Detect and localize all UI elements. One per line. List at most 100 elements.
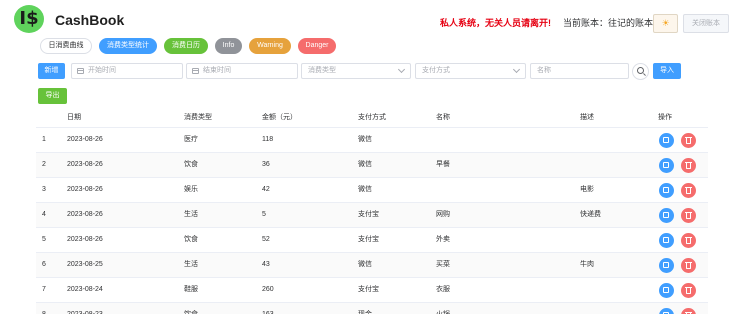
cell-type: 生活 [184, 211, 198, 218]
cell-name: 衣服 [436, 286, 450, 293]
edit-icon [663, 212, 669, 218]
edit-button[interactable] [659, 158, 674, 173]
info-button[interactable]: Info [215, 38, 242, 54]
trash-icon [686, 288, 691, 294]
column-name: 名称 [436, 114, 450, 121]
cell-payment: 支付宝 [358, 286, 379, 293]
row-index: 4 [42, 211, 46, 218]
type-select[interactable]: 消费类型 [301, 63, 411, 79]
sun-icon: ☀ [661, 18, 670, 28]
delete-button[interactable] [681, 183, 696, 198]
table-row: 6 2023-08-25 生活 43 微信 买菜 牛肉 [36, 253, 708, 278]
cell-name: 火锅 [436, 303, 450, 314]
cell-date: 2023-08-25 [67, 261, 103, 268]
edit-icon [663, 187, 669, 193]
end-time-placeholder: 结束时间 [203, 67, 231, 74]
cell-payment: 支付宝 [358, 211, 379, 218]
trash-icon [686, 263, 691, 269]
trash-icon [686, 238, 691, 244]
cell-type: 生活 [184, 261, 198, 268]
cell-date: 2023-08-23 [67, 303, 103, 314]
cell-payment: 微信 [358, 186, 372, 193]
cell-date: 2023-08-26 [67, 236, 103, 243]
cell-type: 娱乐 [184, 186, 198, 193]
cell-name: 买菜 [436, 261, 450, 268]
edit-icon [663, 162, 669, 168]
cell-type: 饮食 [184, 236, 198, 243]
trash-icon [686, 163, 691, 169]
export-button[interactable]: 导出 [38, 88, 67, 104]
app-title: CashBook [55, 12, 125, 28]
cell-date: 2023-08-26 [67, 136, 103, 143]
delete-button[interactable] [681, 233, 696, 248]
delete-button[interactable] [681, 308, 696, 314]
danger-button[interactable]: Danger [298, 38, 336, 54]
chevron-down-icon [512, 65, 521, 74]
name-placeholder: 名称 [537, 67, 551, 74]
cell-payment: 微信 [358, 136, 372, 143]
cell-amount: 5 [262, 211, 266, 218]
row-index: 1 [42, 136, 46, 143]
cell-amount: 36 [262, 161, 270, 168]
cell-date: 2023-08-26 [67, 186, 103, 193]
calendar-icon [77, 68, 84, 74]
edit-button[interactable] [659, 233, 674, 248]
new-record-button[interactable]: 新增 [38, 63, 65, 79]
edit-button[interactable] [659, 308, 674, 314]
cell-desc: 牛肉 [580, 261, 594, 268]
current-account-label: 当前账本：往记的账本 [563, 18, 654, 28]
type-stats-button[interactable]: 消费类型统计 [99, 38, 157, 54]
name-search-input[interactable]: 名称 [530, 63, 629, 79]
table-row: 7 2023-08-24 鞋服 260 支付宝 衣服 [36, 278, 708, 303]
edit-button[interactable] [659, 283, 674, 298]
delete-button[interactable] [681, 258, 696, 273]
cell-desc: 电影 [580, 186, 594, 193]
cell-amount: 118 [262, 136, 274, 143]
cell-payment: 微信 [358, 161, 372, 168]
start-time-picker[interactable]: 开始时间 [71, 63, 183, 79]
daily-curve-button[interactable]: 日消费曲线 [40, 38, 92, 54]
delete-button[interactable] [681, 283, 696, 298]
table-row: 8 2023-08-23 饮食 163 现金 火锅 [36, 303, 708, 314]
table-row: 4 2023-08-26 生活 5 支付宝 网购 快递费 [36, 203, 708, 228]
warning-button[interactable]: Warning [249, 38, 291, 54]
edit-button[interactable] [659, 133, 674, 148]
delete-button[interactable] [681, 208, 696, 223]
row-index: 5 [42, 236, 46, 243]
app-header: I$ CashBook 私人系统，无关人员请离开! 当前账本：往记的账本 ☀ 关… [0, 0, 742, 38]
edit-icon [663, 287, 669, 293]
cell-desc: 快递费 [580, 211, 601, 218]
edit-button[interactable] [659, 183, 674, 198]
row-index: 2 [42, 161, 46, 168]
cell-date: 2023-08-26 [67, 211, 103, 218]
column-payment: 支付方式 [358, 114, 386, 121]
import-button[interactable]: 导入 [653, 63, 681, 79]
row-index: 3 [42, 186, 46, 193]
edit-button[interactable] [659, 258, 674, 273]
cell-payment: 现金 [358, 303, 372, 314]
row-index: 7 [42, 286, 46, 293]
calendar-button[interactable]: 消费日历 [164, 38, 208, 54]
end-time-picker[interactable]: 结束时间 [186, 63, 298, 79]
delete-button[interactable] [681, 133, 696, 148]
delete-button[interactable] [681, 158, 696, 173]
cell-payment: 微信 [358, 261, 372, 268]
column-actions: 操作 [658, 114, 672, 121]
table-row: 1 2023-08-26 医疗 118 微信 [36, 128, 708, 153]
theme-toggle-button[interactable]: ☀ [653, 14, 678, 33]
payment-select[interactable]: 支付方式 [415, 63, 526, 79]
cell-amount: 43 [262, 261, 270, 268]
calendar-icon [192, 68, 199, 74]
table-row: 3 2023-08-26 娱乐 42 微信 电影 [36, 178, 708, 203]
close-account-button[interactable]: 关闭账本 [683, 14, 729, 33]
column-type: 消费类型 [184, 114, 212, 121]
column-amount: 金额（元） [262, 114, 297, 121]
cell-date: 2023-08-26 [67, 161, 103, 168]
edit-button[interactable] [659, 208, 674, 223]
row-index: 8 [42, 303, 46, 314]
start-time-placeholder: 开始时间 [88, 67, 116, 74]
trash-icon [686, 138, 691, 144]
search-button[interactable] [632, 63, 649, 80]
trash-icon [686, 188, 691, 194]
cell-amount: 163 [262, 303, 274, 314]
